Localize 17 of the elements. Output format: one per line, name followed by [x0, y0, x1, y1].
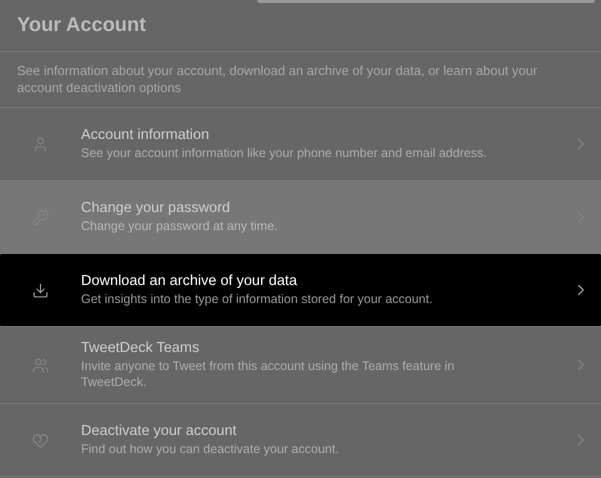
row-title: TweetDeck Teams [81, 340, 200, 356]
row-subtitle: Change your password at any time. [81, 218, 279, 234]
row-title: Change your password [81, 200, 232, 216]
row-subtitle: Get insights into the type of information stored for your account. [81, 291, 434, 307]
settings-row[interactable]: Download an archive of your data Get insights into the type of information stored for your account. [0, 254, 601, 327]
row-subtitle: See your account information like your phone number and email address. [81, 145, 488, 161]
broken-heart-icon [32, 432, 49, 448]
people-icon [32, 356, 49, 374]
page-title: Your Account [17, 14, 146, 37]
row-title: Download an archive of your data [81, 273, 298, 289]
row-subtitle: Find out how you can deactivate your account. [81, 441, 340, 457]
person-icon [32, 136, 49, 152]
row-title: Account information [81, 127, 210, 143]
row-title: Deactivate your account [81, 423, 238, 439]
download-icon [32, 282, 49, 298]
row-subtitle: Invite anyone to Tweet from this account using the Teams feature in TweetDeck. [81, 358, 456, 390]
settings-row[interactable]: Change your password Change your password at any time. [0, 181, 601, 254]
